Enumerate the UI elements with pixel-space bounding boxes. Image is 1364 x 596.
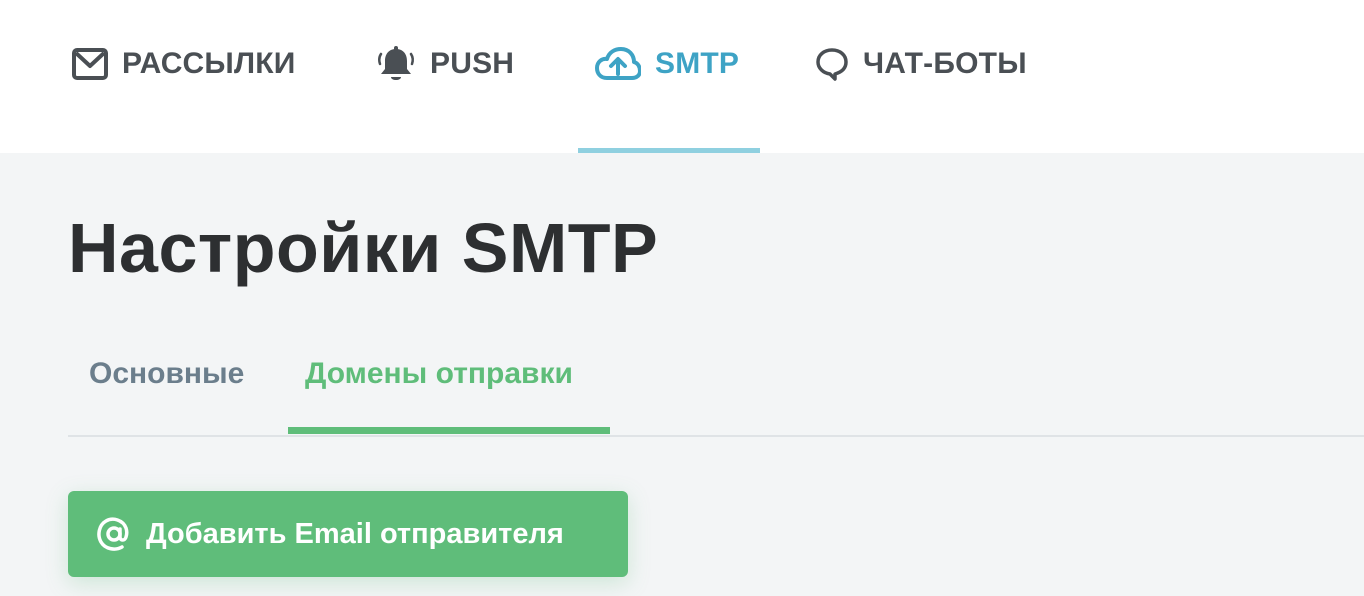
- nav-item-label: SMTP: [655, 47, 740, 80]
- nav-item-chatbots[interactable]: ЧАТ-БОТЫ: [815, 40, 1027, 88]
- add-email-sender-button[interactable]: Добавить Email отправителя: [68, 491, 628, 577]
- nav-active-indicator: [578, 148, 760, 153]
- nav-item-label: РАССЫЛКИ: [122, 47, 296, 80]
- bell-icon: [376, 45, 416, 83]
- nav-item-label: ЧАТ-БОТЫ: [863, 47, 1027, 80]
- top-navigation: РАССЫЛКИ PUSH SMTP ЧАТ-БОТЫ: [0, 0, 1364, 153]
- add-email-sender-label: Добавить Email отправителя: [146, 517, 564, 550]
- envelope-icon: [72, 48, 108, 80]
- nav-item-smtp[interactable]: SMTP: [595, 40, 739, 88]
- tab-active-indicator: [288, 427, 610, 434]
- nav-item-mailings[interactable]: РАССЫЛКИ: [72, 40, 296, 88]
- page-title: Настройки SMTP: [68, 209, 659, 287]
- nav-item-label: PUSH: [430, 47, 515, 80]
- cloud-upload-icon: [595, 47, 641, 81]
- chat-bubble-icon: [815, 47, 849, 81]
- tab-sending-domains[interactable]: Домены отправки: [305, 352, 573, 396]
- at-sign-icon: [96, 516, 132, 552]
- nav-item-push[interactable]: PUSH: [376, 40, 514, 88]
- tab-general[interactable]: Основные: [89, 352, 244, 396]
- tabs-divider: [68, 435, 1364, 437]
